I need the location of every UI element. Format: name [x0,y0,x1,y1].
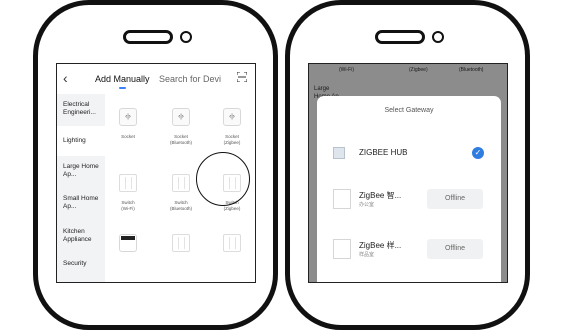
switch-bluetooth-icon[interactable] [172,174,190,192]
device-tile-icon[interactable] [172,234,190,252]
gateway-row[interactable]: ZigBee 样... 样品室 Offline [317,234,501,264]
camera-icon [432,31,444,43]
tile-sublabel: (Bluetooth) [169,206,192,211]
header: ‹ Add Manually Search for Devi [57,64,255,94]
switch-icon[interactable] [119,174,137,192]
socket-zigbee-icon[interactable]: ‹|› [223,108,241,126]
tile-sublabel: (Bluetooth) [169,140,192,145]
tile-sublabel: (Wi-Fi) [121,206,135,211]
category-small-home[interactable]: Small Home Ap... [63,195,103,211]
gateway-row[interactable]: ZIGBEE HUB ✓ [317,138,501,168]
phone-frame-right: (Wi-Fi) (Zigbee) (Bluetooth) Large Home … [285,0,530,330]
gateway-name: ZigBee 样... [359,241,402,250]
gateway-name: ZIGBEE HUB [359,148,408,157]
back-button[interactable]: ‹ [63,70,68,86]
gateway-icon [333,147,345,159]
gateway-row[interactable]: ZigBee 智... 办公室 Offline [317,184,501,214]
tile-label: Socket [174,134,188,139]
select-gateway-modal: Select Gateway ZIGBEE HUB ✓ ZigBee 智... … [317,96,501,282]
tab-search-devices[interactable]: Search for Devi [159,74,221,84]
tile-label: Socket [225,134,239,139]
check-icon: ✓ [472,147,484,159]
tab-add-manually[interactable]: Add Manually [95,74,150,84]
tile-label: Switch [174,200,188,205]
gateway-icon [333,239,351,259]
tile-sublabel: (Zigbee) [223,206,241,211]
earpiece [375,30,425,44]
earpiece [123,30,173,44]
gateway-icon [333,189,351,209]
modal-title: Select Gateway [384,107,434,114]
socket-bluetooth-icon[interactable]: ‹|› [172,108,190,126]
offline-badge: Offline [427,189,483,209]
category-electrical[interactable]: Electrical Engineeri... [63,101,103,117]
gateway-name: ZigBee 智... [359,191,402,200]
gateway-room: 办公室 [359,202,375,208]
device-tile-icon[interactable] [119,234,137,252]
select-gateway-screen: (Wi-Fi) (Zigbee) (Bluetooth) Large Home … [308,63,508,283]
device-tile-icon[interactable] [223,234,241,252]
category-kitchen[interactable]: Kitchen Appliance [63,228,103,244]
tile-sublabel: (Zigbee) [223,140,241,145]
tile-label: Switch [121,200,135,205]
scan-icon[interactable] [237,72,247,82]
highlight-circle [196,152,250,206]
category-sidebar: Electrical Engineeri... Lighting Large H… [57,94,105,282]
active-tab-indicator [119,87,126,89]
category-lighting[interactable]: Lighting [63,137,86,145]
camera-icon [180,31,192,43]
socket-icon[interactable]: ‹|› [119,108,137,126]
category-large-home[interactable]: Large Home Ap... [63,163,103,179]
offline-badge: Offline [427,239,483,259]
category-security[interactable]: Security [63,260,86,268]
tile-label: Socket [121,134,135,139]
